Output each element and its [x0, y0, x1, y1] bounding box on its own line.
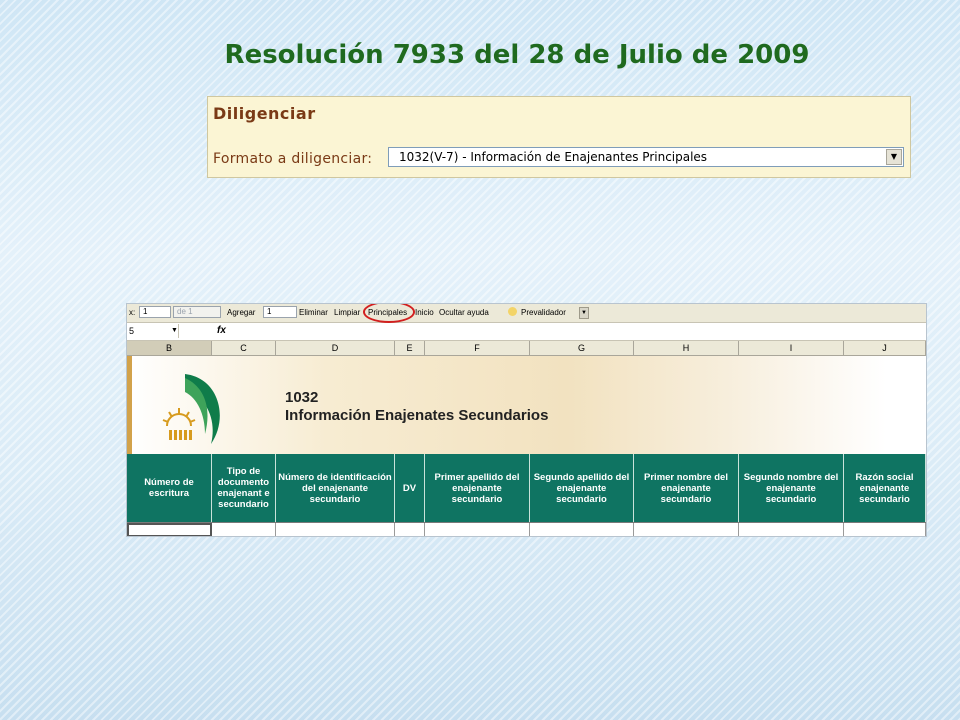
table-cell[interactable]: [425, 523, 530, 536]
format-select-value: 1032(V-7) - Información de Enajenantes P…: [399, 150, 708, 164]
column-header[interactable]: J: [844, 341, 926, 355]
toolbar-prefix: x:: [129, 308, 136, 317]
column-header[interactable]: G: [530, 341, 634, 355]
table-header-cell: Segundo apellido del enajenante secundar…: [530, 454, 634, 522]
spreadsheet-screenshot: x: 1 de 1 Agregar 1 Eliminar Limpiar Pri…: [127, 304, 926, 536]
record-total: de 1: [173, 306, 221, 318]
table-header-cell: Número de escritura: [127, 454, 212, 522]
table-cell[interactable]: [530, 523, 634, 536]
table-cell-selected[interactable]: [127, 523, 212, 536]
slide-title: Resolución 7933 del 28 de Julio de 2009: [224, 40, 810, 70]
form-title: Información Enajenates Secundarios: [285, 407, 549, 424]
form-code: 1032: [285, 389, 319, 406]
table-header-cell: Número de identificación del enajenante …: [276, 454, 395, 522]
formula-bar: 5 ▼ fx: [127, 323, 926, 341]
inicio-button[interactable]: Inicio: [415, 308, 434, 317]
add-label[interactable]: Agregar: [227, 308, 255, 317]
column-header[interactable]: F: [425, 341, 530, 355]
column-header[interactable]: B: [127, 341, 212, 355]
table-cell[interactable]: [276, 523, 395, 536]
table-header-cell: DV: [395, 454, 425, 522]
table-header-cell: Primer apellido del enajenante secundari…: [425, 454, 530, 522]
table-header-cell: Primer nombre del enajenante secundario: [634, 454, 739, 522]
format-label: Formato a diligenciar:: [213, 151, 373, 167]
table-cell[interactable]: [739, 523, 844, 536]
table-header-cell: Tipo de documento enajenant e secundario: [212, 454, 276, 522]
table-header-row: Número de escritura Tipo de documento en…: [127, 454, 926, 522]
banner-edge: [127, 356, 132, 454]
table-header-cell: Segundo nombre del enajenante secundario: [739, 454, 844, 522]
column-headers: B C D E F G H I J: [127, 341, 926, 356]
table-cell[interactable]: [395, 523, 425, 536]
hide-help-button[interactable]: Ocultar ayuda: [439, 308, 489, 317]
prevalidator-button[interactable]: Prevalidador: [521, 308, 566, 317]
table-cell[interactable]: [634, 523, 739, 536]
fx-icon[interactable]: fx: [217, 324, 226, 338]
lightbulb-icon: [508, 307, 517, 316]
dian-logo-icon: [162, 374, 220, 444]
table-row: [127, 522, 926, 536]
sheet-toolbar: x: 1 de 1 Agregar 1 Eliminar Limpiar Pri…: [127, 304, 926, 323]
delete-button[interactable]: Eliminar: [299, 308, 328, 317]
column-header[interactable]: C: [212, 341, 276, 355]
table-cell[interactable]: [844, 523, 926, 536]
table-cell[interactable]: [212, 523, 276, 536]
add-count-input[interactable]: 1: [263, 306, 297, 318]
chevron-down-icon[interactable]: ▼: [171, 324, 178, 338]
column-header[interactable]: D: [276, 341, 395, 355]
form-banner: 1032 Información Enajenates Secundarios: [127, 356, 926, 454]
table-header-cell: Razón social enajenante secundario: [844, 454, 926, 522]
toolbar-options-icon[interactable]: ▼: [579, 307, 589, 319]
column-header[interactable]: E: [395, 341, 425, 355]
clear-button[interactable]: Limpiar: [334, 308, 360, 317]
record-input[interactable]: 1: [139, 306, 171, 318]
highlight-circle: [363, 304, 415, 323]
column-header[interactable]: H: [634, 341, 739, 355]
diligenciar-heading: Diligenciar: [213, 104, 316, 123]
chevron-down-icon[interactable]: ▼: [886, 149, 902, 165]
diligenciar-panel: Diligenciar Formato a diligenciar: 1032(…: [207, 96, 911, 178]
column-header[interactable]: I: [739, 341, 844, 355]
format-select[interactable]: 1032(V-7) - Información de Enajenantes P…: [388, 147, 904, 167]
